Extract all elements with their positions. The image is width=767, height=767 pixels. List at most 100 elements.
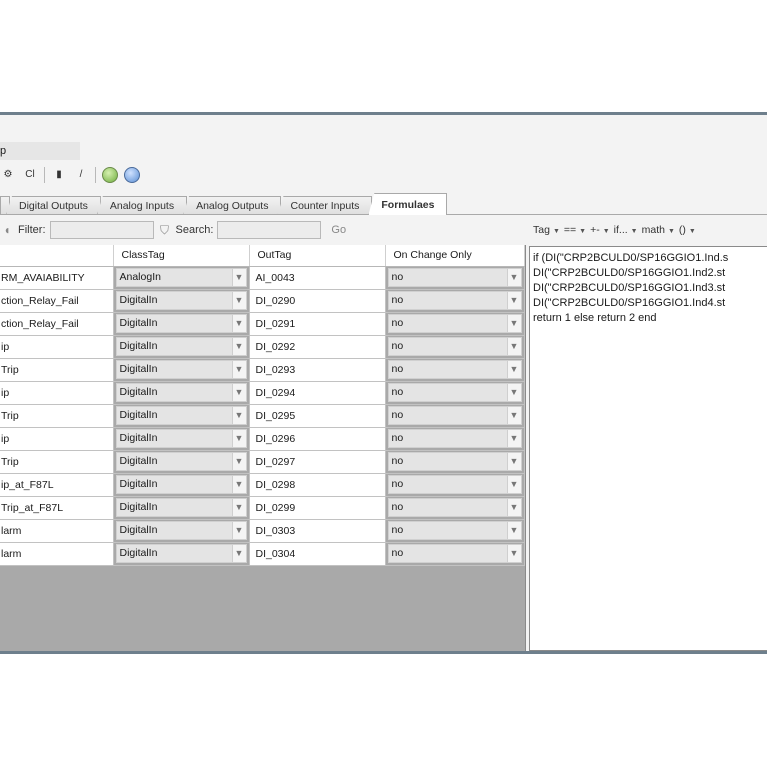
- table-row[interactable]: Trip DigitalIn ▼ DI_0295 no ▼: [0, 404, 525, 428]
- onchange-dropdown[interactable]: no ▼: [387, 291, 522, 310]
- tool-icon[interactable]: ⚙: [0, 167, 16, 183]
- cell-classtag[interactable]: DigitalIn ▼: [113, 358, 250, 382]
- cell-outtag[interactable]: DI_0290: [249, 289, 386, 313]
- formula-toolbar-item[interactable]: +- ▼: [590, 224, 610, 236]
- classtag-dropdown[interactable]: AnalogIn ▼: [115, 268, 247, 287]
- table-row[interactable]: ip_at_F87L DigitalIn ▼ DI_0298 no ▼: [0, 473, 525, 497]
- classtag-dropdown[interactable]: DigitalIn ▼: [115, 521, 247, 540]
- cell-name[interactable]: ip: [0, 427, 114, 451]
- chevron-down-icon[interactable]: ▼: [506, 292, 521, 309]
- cell-classtag[interactable]: DigitalIn ▼: [113, 289, 250, 313]
- refresh-blue-icon[interactable]: [124, 167, 140, 183]
- chevron-down-icon[interactable]: ▼: [506, 315, 521, 332]
- onchange-dropdown[interactable]: no ▼: [387, 544, 522, 563]
- col-header-outtag[interactable]: OutTag: [249, 245, 386, 267]
- classtag-dropdown[interactable]: DigitalIn ▼: [115, 383, 247, 402]
- chevron-down-icon[interactable]: ▼: [231, 453, 246, 470]
- cell-onchange[interactable]: no ▼: [385, 289, 525, 313]
- cell-name[interactable]: ip_at_F87L: [0, 473, 114, 497]
- chevron-down-icon[interactable]: ▼: [231, 384, 246, 401]
- table-row[interactable]: ip DigitalIn ▼ DI_0294 no ▼: [0, 381, 525, 405]
- cell-name[interactable]: larm: [0, 542, 114, 566]
- cell-name[interactable]: ip: [0, 335, 114, 359]
- onchange-dropdown[interactable]: no ▼: [387, 360, 522, 379]
- classtag-dropdown[interactable]: DigitalIn ▼: [115, 314, 247, 333]
- cell-outtag[interactable]: DI_0295: [249, 404, 386, 428]
- classtag-dropdown[interactable]: DigitalIn ▼: [115, 544, 247, 563]
- formula-toolbar-item[interactable]: () ▼: [679, 224, 696, 236]
- cell-outtag[interactable]: DI_0304: [249, 542, 386, 566]
- cell-onchange[interactable]: no ▼: [385, 427, 525, 451]
- chevron-down-icon[interactable]: ▼: [231, 292, 246, 309]
- cell-onchange[interactable]: no ▼: [385, 450, 525, 474]
- chevron-down-icon[interactable]: ▼: [506, 476, 521, 493]
- chevron-down-icon[interactable]: ▼: [506, 384, 521, 401]
- table-row[interactable]: ip DigitalIn ▼ DI_0296 no ▼: [0, 427, 525, 451]
- cell-classtag[interactable]: AnalogIn ▼: [113, 266, 250, 290]
- chevron-down-icon[interactable]: ▼: [231, 407, 246, 424]
- onchange-dropdown[interactable]: no ▼: [387, 268, 522, 287]
- table-row[interactable]: Trip DigitalIn ▼ DI_0297 no ▼: [0, 450, 525, 474]
- table-row[interactable]: RM_AVAIABILITY AnalogIn ▼ AI_0043 no ▼: [0, 266, 525, 290]
- cell-onchange[interactable]: no ▼: [385, 542, 525, 566]
- cell-classtag[interactable]: DigitalIn ▼: [113, 335, 250, 359]
- cell-onchange[interactable]: no ▼: [385, 519, 525, 543]
- col-header-name[interactable]: [0, 245, 114, 267]
- onchange-dropdown[interactable]: no ▼: [387, 406, 522, 425]
- cell-name[interactable]: Trip: [0, 358, 114, 382]
- cell-name[interactable]: Trip: [0, 404, 114, 428]
- chevron-down-icon[interactable]: ▼: [231, 522, 246, 539]
- filter-icon[interactable]: ⛉: [158, 223, 172, 237]
- tab-analog-outputs[interactable]: Analog Outputs: [183, 196, 282, 215]
- tab-formulaes[interactable]: Formulaes: [368, 193, 448, 215]
- search-input[interactable]: [217, 221, 322, 239]
- classtag-dropdown[interactable]: DigitalIn ▼: [115, 429, 247, 448]
- tab-digital-outputs[interactable]: Digital Outputs: [6, 196, 101, 215]
- chevron-down-icon[interactable]: ▼: [231, 499, 246, 516]
- cell-name[interactable]: Trip: [0, 450, 114, 474]
- cell-name[interactable]: ction_Relay_Fail: [0, 312, 114, 336]
- classtag-dropdown[interactable]: DigitalIn ▼: [115, 406, 247, 425]
- onchange-dropdown[interactable]: no ▼: [387, 383, 522, 402]
- cell-outtag[interactable]: DI_0292: [249, 335, 386, 359]
- chevron-down-icon[interactable]: ▼: [506, 407, 521, 424]
- onchange-dropdown[interactable]: no ▼: [387, 475, 522, 494]
- cell-onchange[interactable]: no ▼: [385, 496, 525, 520]
- chevron-down-icon[interactable]: ▼: [506, 522, 521, 539]
- cell-name[interactable]: RM_AVAIABILITY: [0, 266, 114, 290]
- cell-onchange[interactable]: no ▼: [385, 473, 525, 497]
- italic-button[interactable]: /: [73, 167, 89, 183]
- chevron-down-icon[interactable]: ▼: [506, 338, 521, 355]
- chevron-down-icon[interactable]: ▼: [506, 269, 521, 286]
- cell-classtag[interactable]: DigitalIn ▼: [113, 473, 250, 497]
- chevron-down-icon[interactable]: ▼: [231, 476, 246, 493]
- cell-classtag[interactable]: DigitalIn ▼: [113, 312, 250, 336]
- onchange-dropdown[interactable]: no ▼: [387, 429, 522, 448]
- classtag-dropdown[interactable]: DigitalIn ▼: [115, 452, 247, 471]
- table-row[interactable]: Trip DigitalIn ▼ DI_0293 no ▼: [0, 358, 525, 382]
- table-row[interactable]: Trip_at_F87L DigitalIn ▼ DI_0299 no ▼: [0, 496, 525, 520]
- back-icon[interactable]: ◖: [0, 223, 14, 237]
- onchange-dropdown[interactable]: no ▼: [387, 337, 522, 356]
- cell-onchange[interactable]: no ▼: [385, 312, 525, 336]
- formula-toolbar-item[interactable]: Tag ▼: [533, 224, 560, 236]
- cell-classtag[interactable]: DigitalIn ▼: [113, 427, 250, 451]
- cell-outtag[interactable]: AI_0043: [249, 266, 386, 290]
- tab-counter-inputs[interactable]: Counter Inputs: [277, 196, 373, 215]
- go-green-icon[interactable]: [102, 167, 118, 183]
- tool-cl-button[interactable]: Cl: [22, 167, 38, 183]
- classtag-dropdown[interactable]: DigitalIn ▼: [115, 498, 247, 517]
- chevron-down-icon[interactable]: ▼: [231, 361, 246, 378]
- chevron-down-icon[interactable]: ▼: [231, 269, 246, 286]
- cell-outtag[interactable]: DI_0293: [249, 358, 386, 382]
- cell-name[interactable]: larm: [0, 519, 114, 543]
- cell-name[interactable]: ip: [0, 381, 114, 405]
- classtag-dropdown[interactable]: DigitalIn ▼: [115, 475, 247, 494]
- table-row[interactable]: larm DigitalIn ▼ DI_0303 no ▼: [0, 519, 525, 543]
- cell-outtag[interactable]: DI_0296: [249, 427, 386, 451]
- cell-classtag[interactable]: DigitalIn ▼: [113, 381, 250, 405]
- onchange-dropdown[interactable]: no ▼: [387, 314, 522, 333]
- cell-classtag[interactable]: DigitalIn ▼: [113, 404, 250, 428]
- cell-onchange[interactable]: no ▼: [385, 358, 525, 382]
- filter-input[interactable]: [49, 221, 154, 239]
